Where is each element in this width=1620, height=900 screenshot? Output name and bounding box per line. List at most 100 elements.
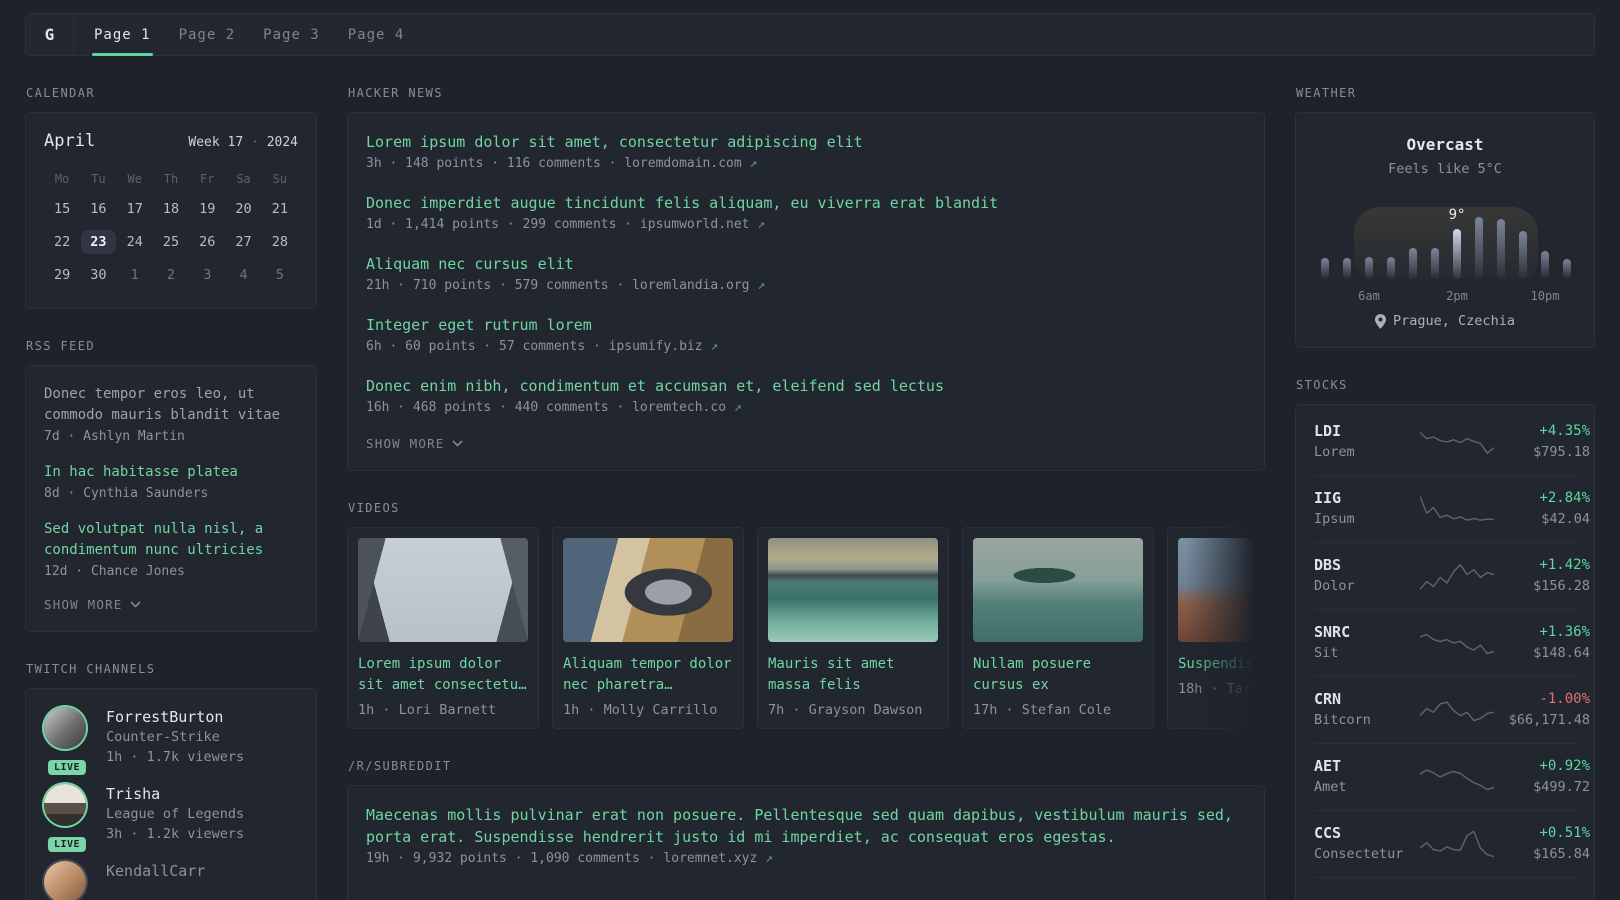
rss-feed-widget: Donec tempor eros leo, ut commodo mauris… [25, 365, 317, 632]
stock-row[interactable]: AHS +0.46% [1314, 876, 1590, 900]
calendar-date: 27 [235, 234, 252, 250]
calendar-week: Week 17 [188, 135, 244, 150]
twitch-channel-name-link[interactable]: Trisha [106, 784, 244, 804]
video-thumbnail[interactable] [563, 538, 733, 642]
tab-page-1[interactable]: Page 1 [80, 14, 165, 56]
stock-price: $42.04 [1541, 510, 1590, 527]
hn-meta-text: 3h · 148 points · 116 comments · loremdo… [366, 156, 742, 171]
tab-page-4[interactable]: Page 4 [334, 14, 419, 55]
hn-item-title-link[interactable]: Lorem ipsum dolor sit amet, consectetur … [366, 131, 1246, 153]
stock-change: +0.51% [1539, 824, 1590, 841]
calendar-date: 24 [126, 234, 143, 250]
rss-item-title-link[interactable]: Sed volutpat nulla nisl, a condimentum n… [44, 519, 298, 561]
tab-page-3[interactable]: Page 3 [249, 14, 334, 55]
video-thumbnail[interactable] [358, 538, 528, 642]
hour-bar [1321, 258, 1329, 279]
calendar-date: 30 [90, 267, 107, 283]
weekday-label: Th [163, 172, 179, 186]
calendar-date: 19 [199, 201, 216, 217]
video-card[interactable]: Nullam posuere cursus ex 17h · Stefan Co… [962, 527, 1154, 729]
rss-show-more-button[interactable]: SHOW MORE [44, 597, 141, 612]
twitch-channel-name-link[interactable]: KendallCarr [106, 861, 205, 881]
weekday-label: Su [272, 172, 288, 186]
stock-price: $148.64 [1533, 644, 1590, 661]
stock-row[interactable]: SNRC Sit +1.36% $148.64 [1314, 608, 1590, 676]
hour-bar [1541, 251, 1549, 279]
external-link-icon: ↗ [757, 217, 766, 232]
avatar[interactable] [44, 707, 86, 749]
hn-item-title-link[interactable]: Donec enim nibh, condimentum et accumsan… [366, 375, 1246, 397]
calendar-date: 15 [54, 201, 71, 217]
calendar-date-next-month: 1 [130, 267, 139, 283]
stock-row[interactable]: AET Amet +0.92% $499.72 [1314, 742, 1590, 810]
hour-bar [1475, 217, 1483, 279]
video-title-link[interactable]: Lorem ipsum dolor sit amet consectetu… [358, 654, 528, 696]
twitch-avatar-wrap: LIVE [44, 707, 90, 775]
video-card[interactable]: Suspendisse diam 18h · Tara [1167, 527, 1265, 729]
hn-item-title-link[interactable]: Aliquam nec cursus elit [366, 253, 1246, 275]
page-tabs: Page 1 Page 2 Page 3 Page 4 [74, 14, 419, 56]
hour-bar [1409, 248, 1417, 279]
stock-symbol: CCS [1314, 823, 1342, 842]
hour-bar [1365, 257, 1373, 279]
stock-name: Ipsum [1314, 510, 1355, 527]
stock-price: $499.72 [1533, 778, 1590, 795]
stock-price: $165.84 [1533, 845, 1590, 862]
rss-item-title-link[interactable]: Donec tempor eros leo, ut commodo mauris… [44, 384, 298, 426]
hour-bar [1431, 248, 1439, 279]
subreddit-section-label: /R/SUBREDDIT [348, 759, 452, 773]
rss-item-title-link[interactable]: In hac habitasse platea [44, 462, 298, 483]
hour-bar [1497, 219, 1505, 279]
app-logo: G [26, 14, 74, 55]
twitch-channel-name-link[interactable]: ForrestBurton [106, 707, 244, 727]
video-meta: 7h · Grayson Dawson [768, 702, 923, 718]
stock-symbol: LDI [1314, 421, 1342, 440]
avatar[interactable] [44, 784, 86, 826]
live-badge: LIVE [47, 760, 87, 775]
hn-item-meta: 16h · 468 points · 440 comments · loremt… [366, 397, 1246, 419]
tab-page-2[interactable]: Page 2 [165, 14, 250, 55]
calendar-date: 26 [199, 234, 216, 250]
weekday-label: Fr [200, 172, 215, 186]
chevron-down-icon [129, 601, 141, 608]
hn-meta-text: 21h · 710 points · 579 comments · loreml… [366, 278, 750, 293]
stock-row[interactable]: DBS Dolor +1.42% $156.28 [1314, 541, 1590, 609]
video-thumbnail[interactable] [1178, 538, 1265, 642]
external-link-icon: ↗ [765, 851, 773, 866]
top-navigation-bar: G Page 1 Page 2 Page 3 Page 4 [25, 13, 1595, 56]
video-title-link[interactable]: Nullam posuere cursus ex [973, 654, 1143, 696]
video-card[interactable]: Lorem ipsum dolor sit amet consectetu… 1… [347, 527, 539, 729]
video-title-link[interactable]: Aliquam tempor dolor nec pharetra… [563, 654, 733, 696]
stock-name: Consectetur [1314, 845, 1404, 862]
hn-item: Lorem ipsum dolor sit amet, consectetur … [366, 131, 1246, 175]
hn-show-more-button[interactable]: SHOW MORE [366, 436, 463, 451]
hackernews-section-label: HACKER NEWS [348, 86, 443, 100]
reddit-post-title-link[interactable]: Maecenas mollis pulvinar erat non posuer… [366, 804, 1246, 848]
stock-sparkline [1420, 692, 1494, 728]
calendar-section-label: CALENDAR [26, 86, 95, 100]
video-card[interactable]: Mauris sit amet massa felis 7h · Grayson… [757, 527, 949, 729]
external-link-icon: ↗ [733, 400, 742, 415]
daylight-region [1354, 207, 1538, 279]
live-badge: LIVE [47, 837, 87, 852]
stock-row[interactable]: CCS Consectetur +0.51% $165.84 [1314, 809, 1590, 877]
stock-row[interactable]: CRN Bitcorn -1.00% $66,171.48 [1314, 675, 1590, 743]
video-title-link[interactable]: Mauris sit amet massa felis [768, 654, 938, 696]
hn-item: Integer eget rutrum lorem 6h · 60 points… [366, 314, 1246, 358]
reddit-post-meta: 19h · 9,932 points · 1,090 comments · lo… [366, 848, 1246, 870]
right-column: WEATHER Overcast Feels like 5°C 9° 6am 2pm… [1295, 56, 1595, 900]
current-hour-bar [1453, 229, 1461, 279]
calendar-date-next-month: 2 [166, 267, 176, 283]
calendar-date: 28 [271, 234, 288, 250]
stock-row[interactable]: IIG Ipsum +2.84% $42.04 [1314, 474, 1590, 542]
video-title-link[interactable]: Suspendisse diam [1178, 654, 1265, 675]
external-link-icon: ↗ [710, 339, 719, 354]
video-card[interactable]: Aliquam tempor dolor nec pharetra… 1h · … [552, 527, 744, 729]
selected-date-value: 23 [81, 230, 116, 254]
hn-item-title-link[interactable]: Donec imperdiet augue tincidunt felis al… [366, 192, 1246, 214]
hn-item-title-link[interactable]: Integer eget rutrum lorem [366, 314, 1246, 336]
video-thumbnail[interactable] [973, 538, 1143, 642]
video-thumbnail[interactable] [768, 538, 938, 642]
avatar[interactable] [44, 861, 86, 900]
stock-row[interactable]: LDI Lorem +4.35% $795.18 [1314, 409, 1590, 475]
